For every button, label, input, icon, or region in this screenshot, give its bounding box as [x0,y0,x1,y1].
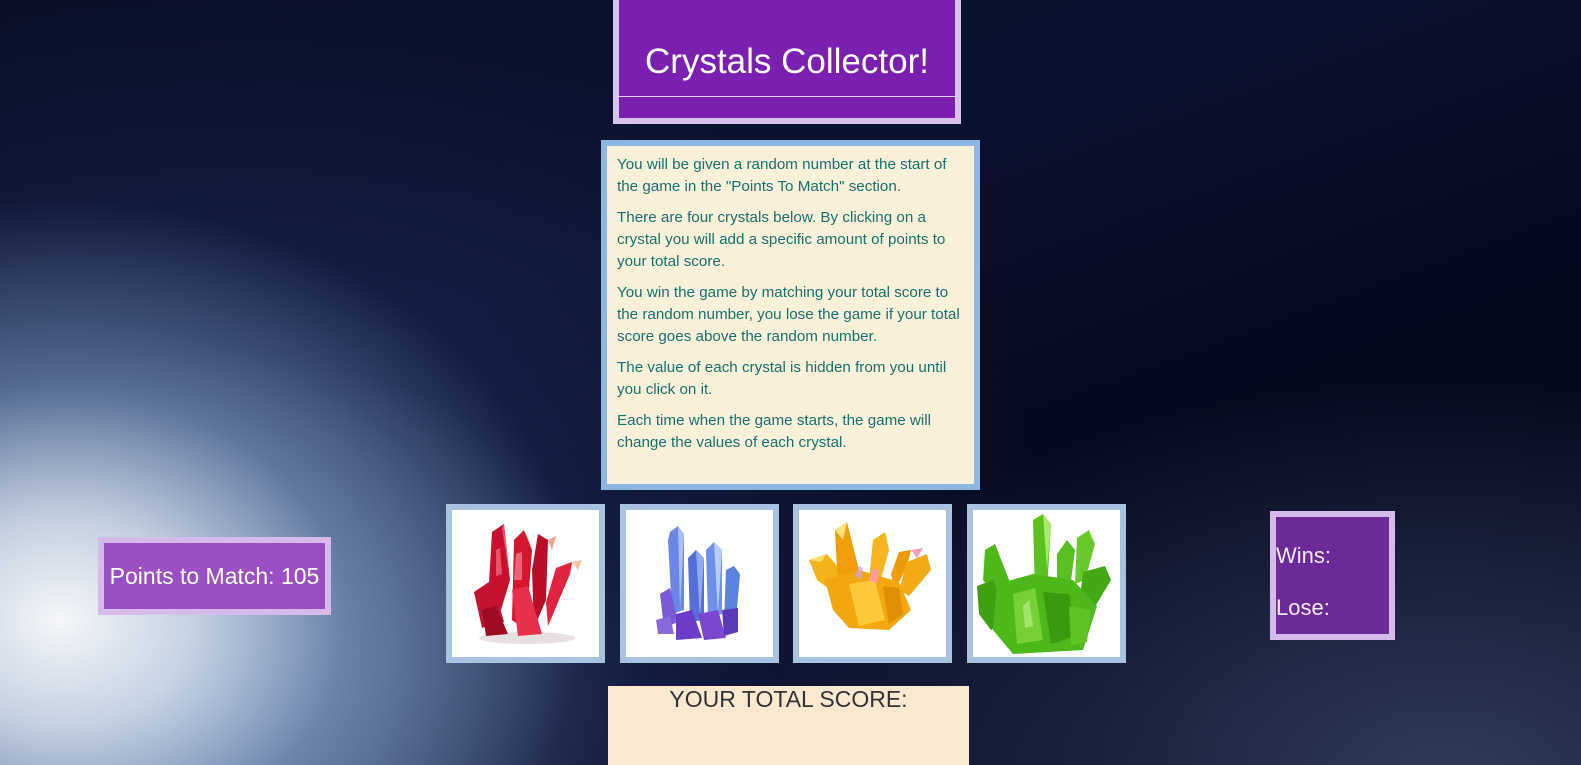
instruction-paragraph: You will be given a random number at the… [617,156,947,195]
win-loss-record: Wins: Lose: [1270,511,1395,640]
instruction-paragraph: The value of each crystal is hidden from… [617,359,947,398]
blue-crystal-icon [656,526,740,640]
green-crystal-icon [977,514,1111,654]
losses-row: Lose: [1276,595,1330,621]
yellow-crystal-icon [809,522,931,630]
red-crystal-icon [474,524,582,644]
points-to-match: Points to Match: 105 [98,537,331,615]
instruction-paragraph: There are four crystals below. By clicki… [617,209,946,270]
losses-label: Lose: [1276,595,1330,620]
instruction-paragraph: You win the game by matching your total … [617,284,960,345]
total-score-label: YOUR TOTAL SCORE: [669,686,908,712]
red-crystal-button[interactable] [446,504,605,663]
total-score-panel: YOUR TOTAL SCORE: [608,686,969,765]
blue-crystal-button[interactable] [620,504,779,663]
instructions-panel: You will be given a random number at the… [601,140,980,490]
points-to-match-label: Points to Match: [109,563,281,589]
title-banner: Crystals Collector! [613,0,961,124]
wins-row: Wins: [1276,543,1331,569]
green-crystal-button[interactable] [967,504,1126,663]
instruction-paragraph: Each time when the game starts, the game… [617,412,932,451]
wins-label: Wins: [1276,543,1331,568]
points-to-match-value: 105 [280,563,320,589]
yellow-crystal-button[interactable] [793,504,952,663]
page-title: Crystals Collector! [645,42,929,81]
title-divider [619,96,955,97]
